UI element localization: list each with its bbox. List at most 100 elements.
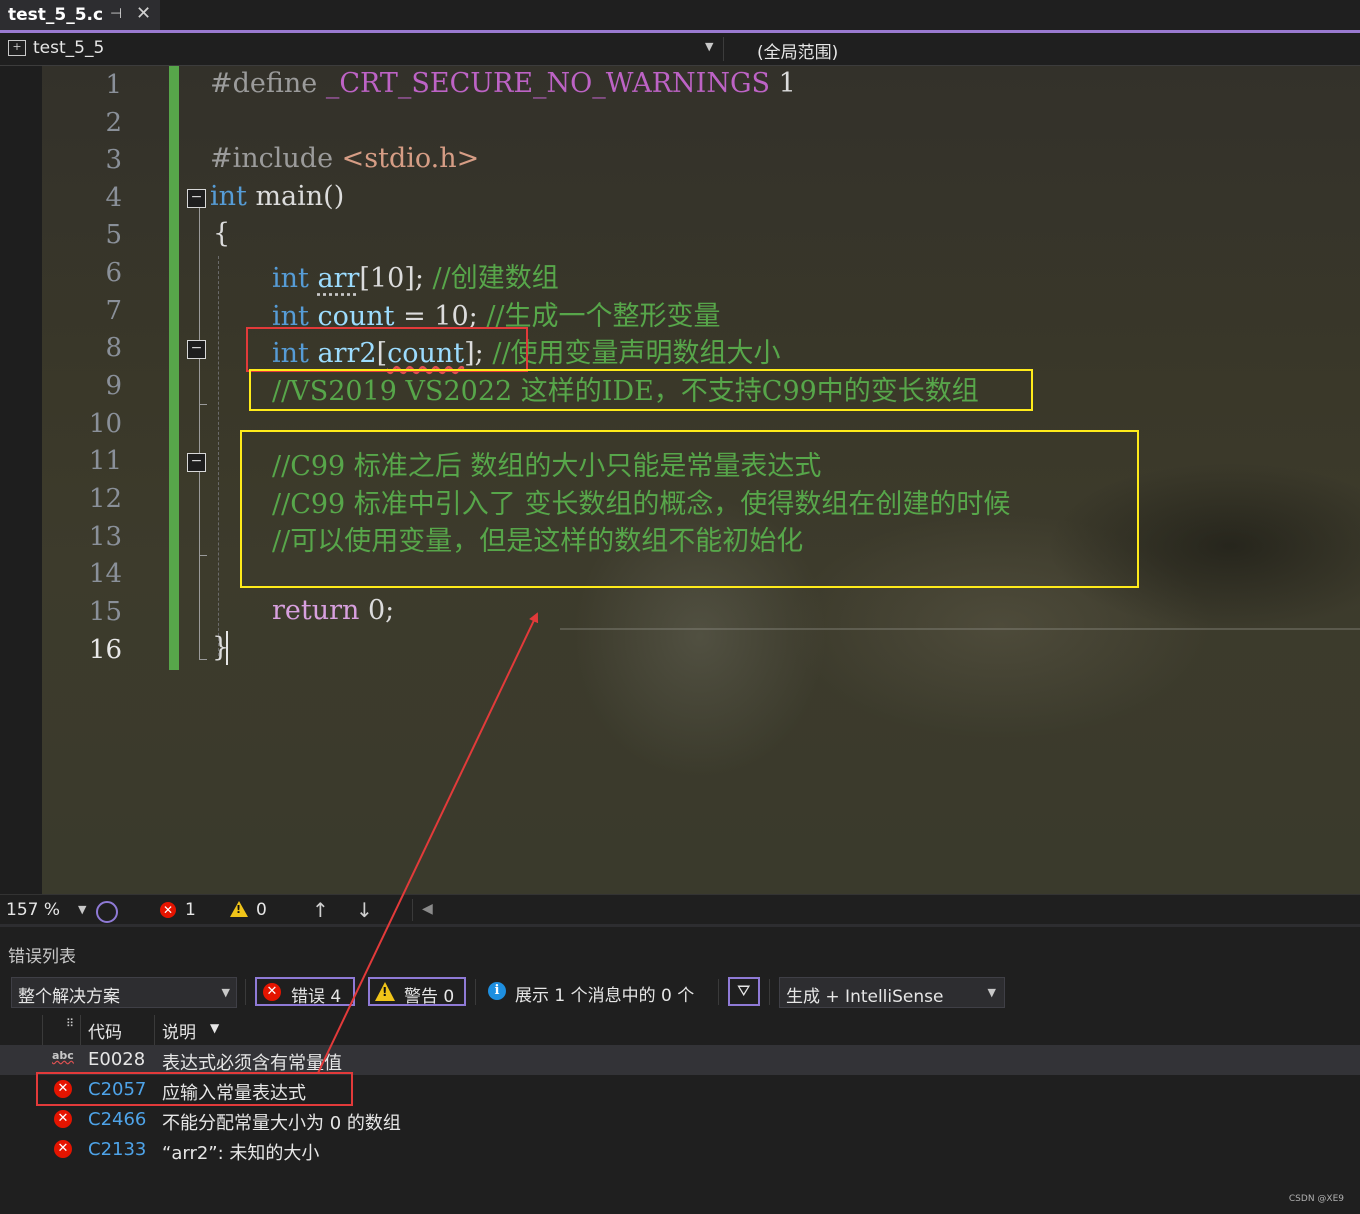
project-dropdown[interactable]: test_5_5 (33, 38, 104, 58)
line-number: 12 (88, 484, 122, 514)
errors-filter-button[interactable]: ✕ 错误 4 (255, 977, 355, 1007)
line-number: 15 (88, 597, 122, 627)
line-number: 6 (105, 258, 122, 288)
line-number-current: 16 (88, 635, 122, 665)
divider (723, 37, 724, 61)
error-code-link[interactable]: C2057 (88, 1079, 146, 1100)
warning-mark: ! (236, 903, 242, 916)
collapse-icon[interactable]: − (187, 340, 206, 359)
intellicode-icon[interactable] (96, 901, 118, 923)
chevron-down-icon: ▼ (987, 986, 996, 999)
outline-guide (199, 472, 200, 555)
error-icon: ✕ (54, 1140, 72, 1158)
line-number: 14 (88, 559, 122, 589)
solution-scope-select[interactable]: 整个解决方案 ▼ (11, 977, 237, 1008)
annotation-yellow-box-c99-note (240, 430, 1139, 588)
change-tracking-bar (169, 66, 179, 670)
close-icon[interactable]: ✕ (136, 3, 151, 24)
line-numbers: 1 2 3 4 5 6 7 8 9 10 11 12 13 14 15 16 (42, 66, 122, 894)
document-tab-strip: test_5_5.c ⊣ ✕ (0, 0, 1360, 33)
glyph-margin (0, 66, 42, 894)
error-count[interactable]: 1 (185, 900, 196, 920)
sort-descending-icon[interactable]: ▼ (210, 1021, 219, 1035)
abc-icon: abc (52, 1049, 74, 1062)
chevron-down-icon[interactable]: ▼ (78, 903, 86, 916)
error-icon: ✕ (263, 983, 281, 1001)
collapse-icon[interactable]: − (187, 453, 206, 472)
column-divider[interactable] (42, 1015, 43, 1045)
line-number: 10 (88, 409, 122, 439)
error-description: 表达式必须含有常量值 (162, 1053, 342, 1074)
column-options-icon[interactable]: ⠿ (66, 1017, 74, 1030)
error-description: “arr2”: 未知的大小 (162, 1143, 320, 1164)
build-select-value: 生成 + IntelliSense (786, 987, 944, 1007)
scope-select-value: 整个解决方案 (18, 987, 120, 1007)
divider (718, 979, 719, 1005)
chevron-down-icon[interactable]: ▼ (705, 40, 713, 53)
outline-guide (199, 208, 200, 340)
build-source-select[interactable]: 生成 + IntelliSense ▼ (779, 977, 1005, 1008)
warnings-filter-button[interactable]: ! 警告 0 (368, 977, 466, 1007)
error-code-link[interactable]: C2133 (88, 1139, 146, 1160)
line-number: 7 (105, 296, 122, 326)
line-number: 13 (88, 522, 122, 552)
column-divider[interactable] (154, 1015, 155, 1045)
annotation-yellow-box-vla-note (249, 369, 1033, 411)
line-number: 5 (105, 220, 122, 250)
outline-guide (199, 404, 200, 453)
panel-title: 错误列表 (8, 947, 76, 967)
divider (475, 979, 476, 1005)
code-line-3: #include <stdio.h> (210, 143, 480, 174)
error-row[interactable]: ✕ C2466 不能分配常量大小为 0 的数组 (0, 1105, 1360, 1135)
errors-filter-label: 错误 4 (291, 987, 342, 1007)
text-cursor (226, 631, 228, 665)
outline-guide-end (199, 659, 207, 660)
filter-funnel-button[interactable]: ⛛ (728, 977, 760, 1006)
zoom-level[interactable]: 157 % (6, 900, 60, 920)
scroll-left-icon[interactable]: ◀ (422, 901, 433, 917)
tab-filename: test_5_5.c (8, 5, 104, 25)
pin-icon[interactable]: ⊣ (110, 6, 122, 22)
code-line-15: return 0; (272, 595, 395, 626)
divider (245, 979, 246, 1005)
line-number: 9 (105, 371, 122, 401)
error-row[interactable]: ✕ C2133 “arr2”: 未知的大小 (0, 1135, 1360, 1165)
warnings-filter-label: 警告 0 (404, 987, 455, 1007)
info-icon[interactable]: i (488, 982, 506, 1000)
line-number: 11 (88, 446, 122, 476)
code-editor[interactable]: 1 2 3 4 5 6 7 8 9 10 11 12 13 14 15 16 −… (0, 66, 1360, 894)
error-icon[interactable]: ✕ (160, 902, 176, 918)
navigation-bar: + test_5_5 ▼ (全局范围) (0, 33, 1360, 66)
line-number: 8 (105, 333, 122, 363)
error-list-panel: 错误列表 整个解决方案 ▼ ✕ 错误 4 ! 警告 0 i 展示 1 个消息中的… (0, 924, 1360, 1214)
scope-dropdown[interactable]: (全局范围) (757, 38, 838, 63)
error-description: 应输入常量表达式 (162, 1083, 306, 1104)
error-icon: ✕ (54, 1080, 72, 1098)
error-row[interactable]: ✕ C2057 应输入常量表达式 (0, 1075, 1360, 1105)
outline-guide-end (199, 404, 207, 405)
warning-count[interactable]: 0 (256, 900, 267, 920)
column-header-description[interactable]: 说明 (162, 1018, 196, 1043)
code-line-4: int main() (210, 181, 345, 212)
indent-guide (218, 256, 219, 656)
line-number: 3 (105, 145, 122, 175)
line-number: 4 (105, 183, 122, 213)
collapse-icon[interactable]: − (187, 189, 206, 208)
outline-guide-end (199, 555, 207, 556)
warning-mark: ! (382, 985, 388, 999)
previous-issue-icon[interactable]: ↑ (312, 898, 329, 922)
background-horizon (560, 628, 1360, 630)
tab-test-5-5-c[interactable]: test_5_5.c ⊣ ✕ (0, 0, 160, 33)
next-issue-icon[interactable]: ↓ (356, 898, 373, 922)
watermark: CSDN @XE9 (1288, 1194, 1344, 1204)
error-row[interactable]: abc E0028 表达式必须含有常量值 (0, 1045, 1360, 1075)
column-header-code[interactable]: 代码 (88, 1018, 122, 1043)
code-line-6: int arr[10]; //创建数组 (272, 263, 559, 294)
error-description: 不能分配常量大小为 0 的数组 (162, 1113, 401, 1134)
messages-filter-label[interactable]: 展示 1 个消息中的 0 个 (515, 981, 694, 1006)
divider (769, 979, 770, 1005)
column-divider[interactable] (80, 1015, 81, 1045)
divider (412, 899, 413, 921)
error-code-link[interactable]: C2466 (88, 1109, 146, 1130)
funnel-icon: ⛛ (737, 981, 751, 1000)
